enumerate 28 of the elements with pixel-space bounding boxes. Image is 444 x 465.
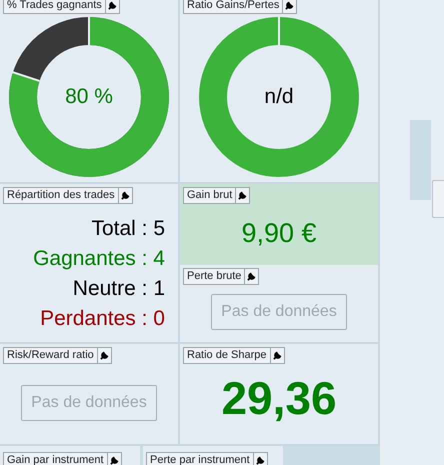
widget-title: Perte par instrument	[149, 453, 251, 465]
donut-value: n/d	[264, 84, 294, 110]
widget-title: Répartition des trades	[6, 188, 116, 203]
amount-value: 9,90 €	[241, 216, 317, 250]
wrench-button[interactable]	[252, 453, 267, 465]
side-handle[interactable]	[432, 180, 444, 218]
stat-line: Gagnantes : 4	[32, 246, 165, 272]
widget-title: Ratio de Sharpe	[186, 348, 268, 363]
wrench-button[interactable]	[282, 0, 296, 13]
widget-title: Risk/Reward ratio	[6, 348, 95, 363]
ratio-value: 29,36	[221, 371, 337, 426]
stat-line: Perdantes : 0	[39, 306, 165, 332]
wrench-button[interactable]	[244, 269, 258, 284]
stat-line: Neutre : 1	[72, 276, 165, 302]
donut-value: 80 %	[65, 84, 113, 110]
wrench-button[interactable]	[235, 188, 250, 203]
widget-title: Gain brut	[186, 188, 234, 203]
wrench-button[interactable]	[106, 453, 121, 465]
wrench-button[interactable]	[96, 348, 111, 363]
scrollbar-thumb[interactable]	[410, 120, 431, 200]
widget-title: Perte brute	[186, 269, 242, 284]
wrench-button[interactable]	[104, 0, 119, 13]
wrench-button[interactable]	[270, 348, 284, 363]
widget-title: % Trades gagnants	[6, 0, 103, 13]
wrench-button[interactable]	[118, 188, 132, 203]
widget-title: Gain par instrument	[6, 453, 105, 465]
stat-line: Total : 5	[90, 216, 165, 242]
widget-title: Ratio Gains/Pertes	[186, 0, 280, 13]
